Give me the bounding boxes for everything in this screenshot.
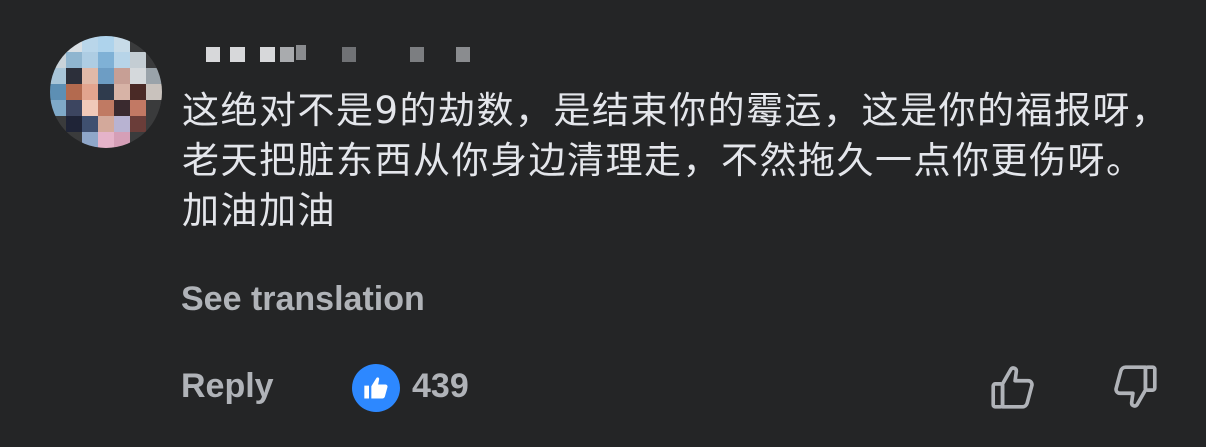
- see-translation-link[interactable]: See translation: [181, 280, 425, 319]
- like-count: 439: [412, 367, 469, 405]
- reply-button[interactable]: Reply: [181, 367, 274, 406]
- author-name-pixelated[interactable]: [184, 44, 484, 68]
- pixelated-avatar-image: [50, 36, 162, 148]
- thumbs-up-outline-icon[interactable]: [988, 362, 1038, 412]
- like-thumbs-up-icon: [352, 364, 400, 412]
- comment-text: 这绝对不是9的劫数，是结束你的霉运，这是你的福报呀，老天把脏东西从你身边清理走，…: [182, 89, 1170, 232]
- comment: 这绝对不是9的劫数，是结束你的霉运，这是你的福报呀，老天把脏东西从你身边清理走，…: [0, 0, 1206, 447]
- avatar[interactable]: [50, 36, 162, 148]
- thumbs-down-outline-icon[interactable]: [1110, 362, 1160, 412]
